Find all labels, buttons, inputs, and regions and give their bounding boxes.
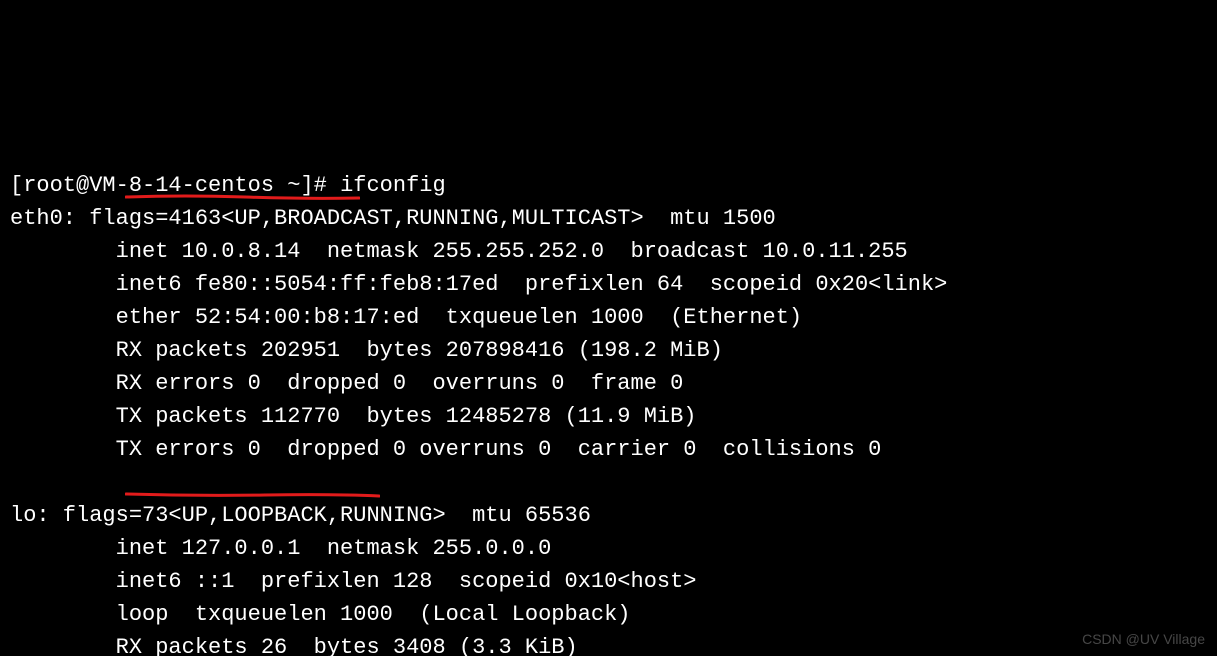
- lo-rx-packets: RX packets 26 bytes 3408 (3.3 KiB): [10, 635, 578, 656]
- eth0-tx-errors: TX errors 0 dropped 0 overruns 0 carrier…: [10, 437, 881, 462]
- eth0-rx-packets: RX packets 202951 bytes 207898416 (198.2…: [10, 338, 723, 363]
- shell-prompt: [root@VM-8-14-centos ~]#: [10, 173, 340, 198]
- annotation-underline-icon: [125, 128, 360, 134]
- eth0-inet: inet 10.0.8.14 netmask 255.255.252.0 bro…: [10, 239, 908, 264]
- terminal-output[interactable]: [root@VM-8-14-centos ~]# ifconfig eth0: …: [0, 165, 1217, 656]
- eth0-inet6: inet6 fe80::5054:ff:feb8:17ed prefixlen …: [10, 272, 947, 297]
- eth0-tx-packets: TX packets 112770 bytes 12485278 (11.9 M…: [10, 404, 697, 429]
- eth0-header: eth0: flags=4163<UP,BROADCAST,RUNNING,MU…: [10, 206, 776, 231]
- watermark-text: CSDN @UV Village: [1082, 629, 1205, 650]
- lo-header: lo: flags=73<UP,LOOPBACK,RUNNING> mtu 65…: [10, 503, 591, 528]
- lo-loop: loop txqueuelen 1000 (Local Loopback): [10, 602, 631, 627]
- command-text: ifconfig: [340, 173, 446, 198]
- lo-inet6: inet6 ::1 prefixlen 128 scopeid 0x10<hos…: [10, 569, 697, 594]
- eth0-rx-errors: RX errors 0 dropped 0 overruns 0 frame 0: [10, 371, 683, 396]
- eth0-ether: ether 52:54:00:b8:17:ed txqueuelen 1000 …: [10, 305, 802, 330]
- lo-inet: inet 127.0.0.1 netmask 255.0.0.0: [10, 536, 551, 561]
